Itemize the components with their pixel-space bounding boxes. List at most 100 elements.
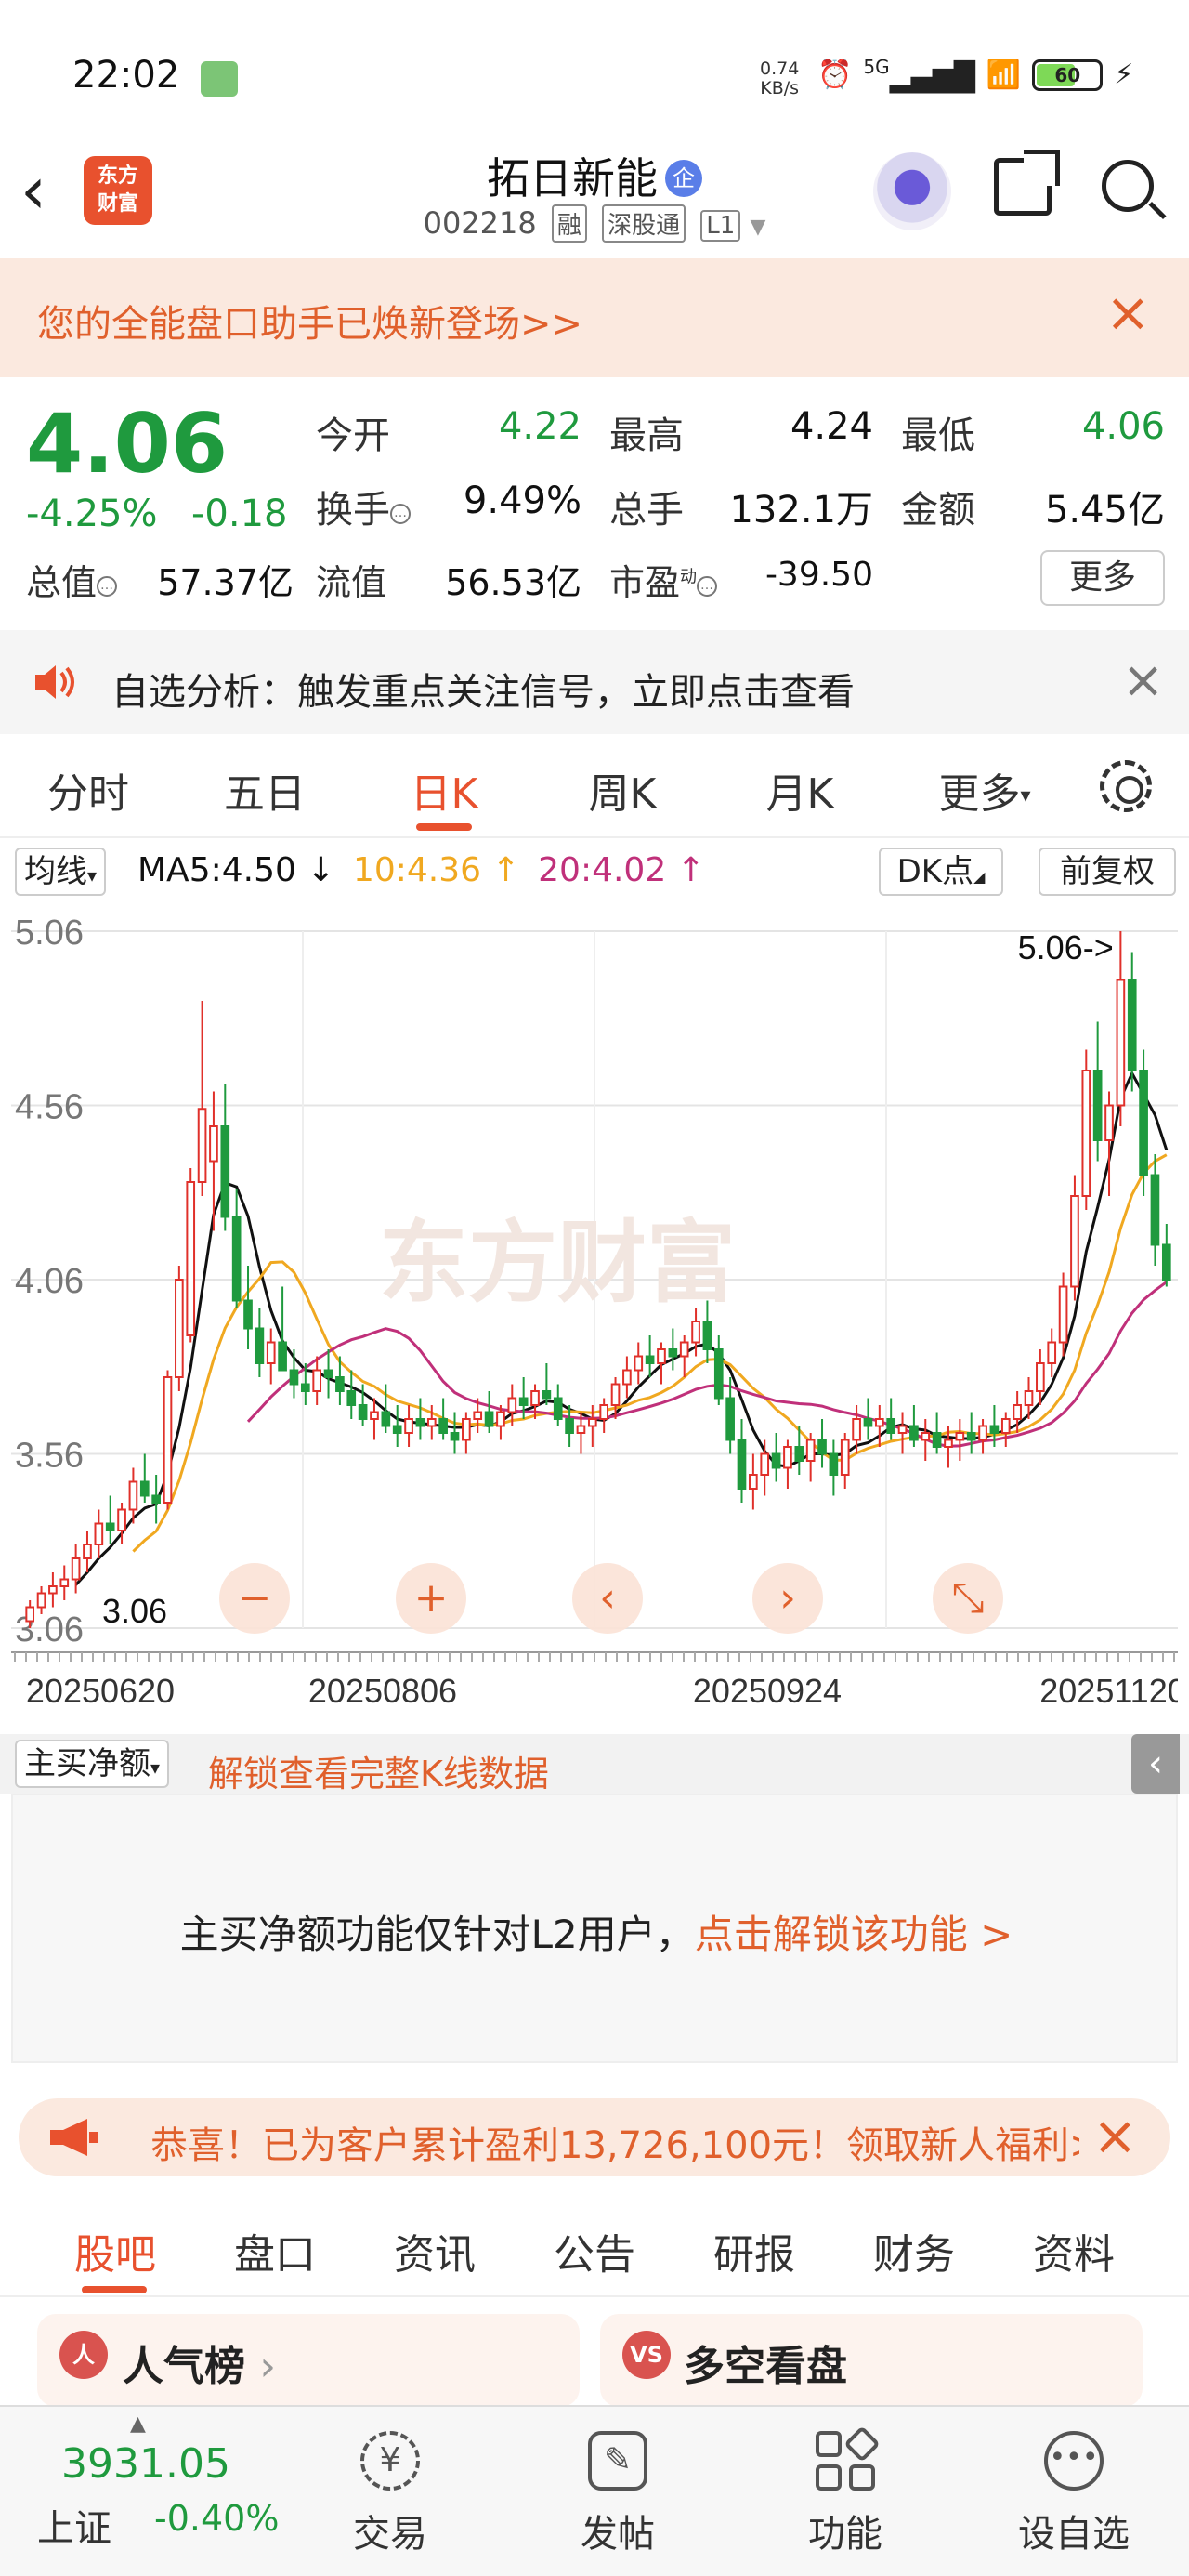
bull-bear-title[interactable]: 多空看盘 bbox=[684, 2333, 847, 2392]
wifi-icon: 📶 bbox=[986, 59, 1022, 91]
tab-profile[interactable]: 资料 bbox=[1000, 2221, 1148, 2280]
candle-body bbox=[404, 1418, 413, 1434]
candle-body bbox=[1081, 1070, 1091, 1197]
candle-body bbox=[634, 1355, 644, 1372]
popularity-title-text: 人气榜 bbox=[123, 2343, 245, 2390]
share-icon[interactable] bbox=[994, 150, 1060, 216]
index-change[interactable]: -0.40% bbox=[154, 2498, 279, 2539]
y-tick-label: 3.56 bbox=[15, 1437, 84, 1476]
candle-body bbox=[645, 1355, 655, 1364]
congrats-text[interactable]: 恭喜！已为客户累计盈利13,726,100元！领取新人福利> bbox=[150, 2115, 1079, 2169]
kline-svg[interactable]: 5.064.564.063.563.06东方财富BBSTB5.06->3.06−… bbox=[11, 903, 1186, 1740]
index-value[interactable]: 3931.05 bbox=[61, 2440, 230, 2488]
speed-value: 0.74 bbox=[760, 59, 800, 79]
flow-select[interactable]: 主买净额▾ bbox=[15, 1740, 170, 1788]
candle-body bbox=[1070, 1195, 1079, 1288]
close-icon[interactable]: × bbox=[1122, 651, 1164, 709]
candle-body bbox=[36, 1592, 46, 1609]
tab-monthly-k[interactable]: 月K bbox=[730, 760, 869, 820]
network-speed: 0.74 KB/s bbox=[760, 59, 799, 99]
close-icon[interactable]: × bbox=[1105, 281, 1151, 344]
candle-body bbox=[1127, 979, 1137, 1071]
collapse-icon[interactable]: ‹ bbox=[1131, 1734, 1180, 1794]
candle-body bbox=[553, 1397, 563, 1420]
pe-label-text: 市盈 bbox=[609, 562, 681, 603]
analysis-bar[interactable]: 自选分析：触发重点关注信号，立即点击查看 × bbox=[0, 630, 1189, 734]
ma-select[interactable]: 均线▾ bbox=[15, 848, 107, 896]
gear-icon[interactable] bbox=[1100, 760, 1152, 812]
speaker-icon bbox=[35, 665, 74, 699]
ai-assistant-icon[interactable] bbox=[873, 152, 951, 230]
adjust-button[interactable]: 前复权 bbox=[1039, 848, 1176, 896]
low-label: 最低 bbox=[901, 414, 975, 457]
candle-body bbox=[48, 1585, 58, 1595]
index-name[interactable]: 上证 bbox=[37, 2498, 111, 2552]
amount-label: 金额 bbox=[901, 489, 975, 532]
mcap-value: 57.37亿 bbox=[157, 562, 294, 603]
popularity-title[interactable]: 人气榜 › bbox=[123, 2333, 276, 2392]
tab-five-day[interactable]: 五日 bbox=[195, 760, 334, 820]
flow-panel: 主买净额功能仅针对L2用户，点击解锁该功能 > bbox=[11, 1794, 1178, 2063]
chart-control-icon[interactable]: › bbox=[779, 1574, 796, 1622]
candle-body bbox=[1024, 1390, 1034, 1406]
candle-body bbox=[955, 1432, 965, 1441]
candle-body bbox=[71, 1557, 81, 1581]
x-tick-label: 20250924 bbox=[693, 1672, 842, 1710]
tab-weekly-k[interactable]: 周K bbox=[553, 760, 692, 820]
tab-finance[interactable]: 财务 bbox=[840, 2221, 988, 2280]
tab-intraday[interactable]: 分时 bbox=[19, 760, 158, 820]
tab-news[interactable]: 资讯 bbox=[360, 2221, 509, 2280]
yen-exchange-icon: ¥ bbox=[360, 2431, 420, 2491]
candle-body bbox=[587, 1418, 597, 1427]
tab-orderbook[interactable]: 盘口 bbox=[201, 2221, 349, 2280]
candle-body bbox=[255, 1327, 265, 1364]
pe-label[interactable]: 市盈动… bbox=[609, 554, 718, 605]
tab-research[interactable]: 研报 bbox=[680, 2221, 829, 2280]
candle-body bbox=[771, 1452, 781, 1469]
popularity-card[interactable] bbox=[37, 2314, 580, 2407]
nav-functions[interactable]: 功能 bbox=[752, 2407, 938, 2557]
promo-text[interactable]: 您的全能盘口助手已焕新登场>> bbox=[37, 294, 582, 348]
tab-underline bbox=[416, 823, 472, 831]
tab-daily-k[interactable]: 日K bbox=[374, 760, 514, 820]
signal-type: 5G bbox=[863, 56, 890, 78]
y-tick-label: 4.06 bbox=[15, 1262, 84, 1301]
chart-control-icon[interactable]: ‹ bbox=[599, 1574, 616, 1622]
chevron-down-icon: ▼ bbox=[750, 216, 766, 239]
candle-body bbox=[300, 1383, 310, 1392]
candle-body bbox=[266, 1341, 276, 1364]
candle-body bbox=[749, 1474, 758, 1490]
candle-body bbox=[197, 1108, 207, 1183]
tab-announcements[interactable]: 公告 bbox=[520, 2221, 669, 2280]
candle-body bbox=[863, 1418, 873, 1427]
bull-bear-card[interactable] bbox=[600, 2314, 1143, 2407]
nav-post[interactable]: ✎ 发帖 bbox=[525, 2407, 711, 2557]
dk-point-button[interactable]: DK点◢ bbox=[879, 848, 1003, 896]
ranking-icon: 人 bbox=[59, 2331, 108, 2379]
caret-down-icon: ▾ bbox=[1020, 784, 1031, 808]
chart-control-icon[interactable]: + bbox=[414, 1574, 449, 1622]
search-icon[interactable] bbox=[1102, 160, 1154, 212]
unlock-link[interactable]: 解锁查看完整K线数据 bbox=[208, 1745, 549, 1796]
close-icon[interactable]: × bbox=[1092, 2104, 1138, 2167]
candle-body bbox=[220, 1125, 230, 1218]
congrats-banner[interactable]: 恭喜！已为客户累计盈利13,726,100元！领取新人福利> × bbox=[19, 2098, 1170, 2176]
promo-banner[interactable]: 您的全能盘口助手已焕新登场>> × bbox=[0, 258, 1189, 377]
turnover-label[interactable]: 换手… bbox=[316, 480, 411, 533]
kline-chart[interactable]: 5.064.564.063.563.06东方财富BBSTB5.06->3.06−… bbox=[11, 903, 1186, 1740]
chart-control-icon[interactable]: ⤡ bbox=[951, 1574, 984, 1622]
tab-forum[interactable]: 股吧 bbox=[41, 2221, 189, 2280]
turnover-label-text: 换手 bbox=[316, 489, 390, 532]
more-button[interactable]: 更多 bbox=[1040, 550, 1165, 606]
candle-body bbox=[59, 1578, 70, 1587]
nav-watchlist[interactable]: ••• 设自选 bbox=[981, 2407, 1167, 2557]
chart-control-icon[interactable]: − bbox=[238, 1574, 272, 1622]
candle-body bbox=[243, 1299, 253, 1330]
ma-select-value: 均线 bbox=[24, 853, 87, 890]
mcap-label[interactable]: 总值… bbox=[26, 554, 118, 605]
flow-message: 主买净额功能仅针对L2用户，点击解锁该功能 > bbox=[13, 1903, 1180, 1960]
nav-trade[interactable]: ¥ 交易 bbox=[297, 2407, 483, 2557]
unlock-feature-link[interactable]: 点击解锁该功能 > bbox=[695, 1912, 1013, 1957]
tab-more[interactable]: 更多▾ bbox=[915, 760, 1054, 820]
analysis-text[interactable]: 自选分析：触发重点关注信号，立即点击查看 bbox=[111, 662, 855, 716]
